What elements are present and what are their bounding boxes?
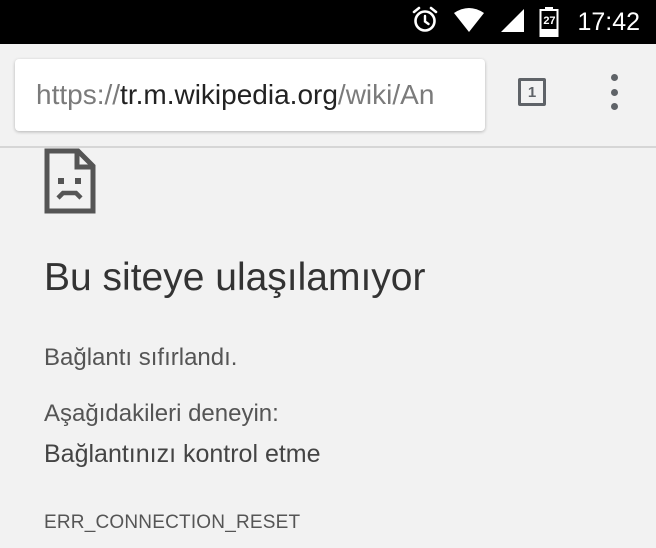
cell-signal-icon [499,7,525,38]
error-code: ERR_CONNECTION_RESET [44,512,301,533]
tab-switcher-button[interactable]: 1 [518,78,546,106]
browser-toolbar: https://tr.m.wikipedia.org/wiki/An 1 [0,44,656,148]
battery-icon: 27 [539,7,559,37]
clock: 17:42 [577,7,640,36]
url-path: /wiki/An [337,79,435,110]
suggestion-item: Bağlantınızı kontrol etme [44,440,321,468]
url-host: tr.m.wikipedia.org [120,79,338,110]
wifi-icon [453,7,485,38]
tab-count: 1 [527,83,537,101]
status-icons: 27 17:42 [411,0,640,44]
sad-page-icon [44,148,96,219]
status-bar: 27 17:42 [0,0,656,44]
url-bar[interactable]: https://tr.m.wikipedia.org/wiki/An [15,59,485,131]
alarm-icon [411,6,439,39]
error-message: Bağlantı sıfırlandı. [44,344,238,371]
battery-level: 27 [543,15,556,27]
error-title: Bu siteye ulaşılamıyor [44,256,426,299]
suggestions-header: Aşağıdakileri deneyin: [44,400,279,427]
url-scheme: https:// [36,79,121,110]
url-text[interactable]: https://tr.m.wikipedia.org/wiki/An [36,79,434,111]
overflow-menu-icon[interactable] [602,74,626,110]
